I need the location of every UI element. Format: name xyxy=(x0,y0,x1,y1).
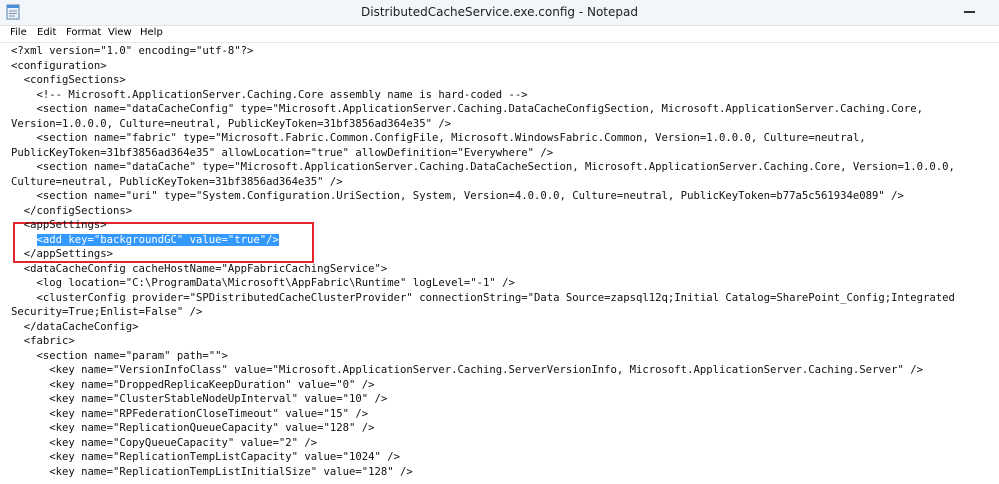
text-line: <key name="DroppedReplicaKeepDuration" v… xyxy=(11,378,375,391)
text-line: Security=True;Enlist=False" /> xyxy=(11,306,203,318)
selected-text-line: <add key="backgroundGC" value="true"/> xyxy=(11,233,279,247)
text-line: </dataCacheConfig> xyxy=(11,320,139,333)
menu-format[interactable]: Format xyxy=(66,27,101,38)
text-line: <?xml version="1.0" encoding="utf-8"?> xyxy=(11,45,254,57)
text-line: PublicKeyToken=31bf3856ad364e35" allowLo… xyxy=(11,146,554,159)
text-line: <key name="CopyQueueCapacity" value="2" … xyxy=(11,436,318,449)
menu-bar: File Edit Format View Help xyxy=(0,26,999,43)
text-line: <section name="dataCacheConfig" type="Mi… xyxy=(11,103,924,115)
text-line: <clusterConfig provider="SPDistributedCa… xyxy=(11,291,955,304)
text-line: Culture=neutral, PublicKeyToken=31bf3856… xyxy=(11,175,343,188)
text-line: <configuration> xyxy=(11,59,107,72)
menu-view[interactable]: View xyxy=(108,27,132,38)
selected-text: <add key="backgroundGC" value="true"/> xyxy=(36,233,279,246)
text-editor[interactable]: <?xml version="1.0" encoding="utf-8"?> <c… xyxy=(0,43,999,484)
text-line: <key name="RPFederationCloseTimeout" val… xyxy=(11,407,369,420)
text-line: <key name="ReplicationQueueCapacity" val… xyxy=(11,422,375,434)
text-line: <section name="dataCache" type="Microsof… xyxy=(11,161,955,173)
text-line: <fabric> xyxy=(11,335,75,347)
text-line: <key name="ReplicationTempListCapacity" … xyxy=(11,451,401,463)
text-line: <dataCacheConfig cacheHostName="AppFabri… xyxy=(11,262,388,275)
text-line: <key name="VersionInfoClass" value="Micr… xyxy=(11,364,924,376)
text-line: Version=1.0.0.0, Culture=neutral, Public… xyxy=(11,117,452,130)
text-line: <key name="ClusterStableNodeUpInterval" … xyxy=(11,393,388,405)
text-line: <key name="ReplicationTempListInitialSiz… xyxy=(11,465,413,478)
text-line: <section name="fabric" type="Microsoft.F… xyxy=(11,132,866,144)
text-line: <!-- Microsoft.ApplicationServer.Caching… xyxy=(11,88,528,101)
text-line: <configSections> xyxy=(11,74,126,86)
menu-file[interactable]: File xyxy=(10,27,27,38)
text-line: <appSettings> xyxy=(11,219,107,231)
menu-help[interactable]: Help xyxy=(140,27,163,38)
text-line: </configSections> xyxy=(11,204,133,217)
window-title: DistributedCacheService.exe.config - Not… xyxy=(361,5,638,19)
text-line: </appSettings> xyxy=(11,248,114,260)
title-bar[interactable]: DistributedCacheService.exe.config - Not… xyxy=(0,0,999,26)
minimize-button[interactable] xyxy=(955,0,985,22)
minimize-icon xyxy=(964,11,975,13)
text-line: <section name="uri" type="System.Configu… xyxy=(11,190,904,202)
menu-edit[interactable]: Edit xyxy=(37,27,56,38)
text-line: <log location="C:\ProgramData\Microsoft\… xyxy=(11,277,515,289)
text-line: <section name="param" path=""> xyxy=(11,349,228,362)
